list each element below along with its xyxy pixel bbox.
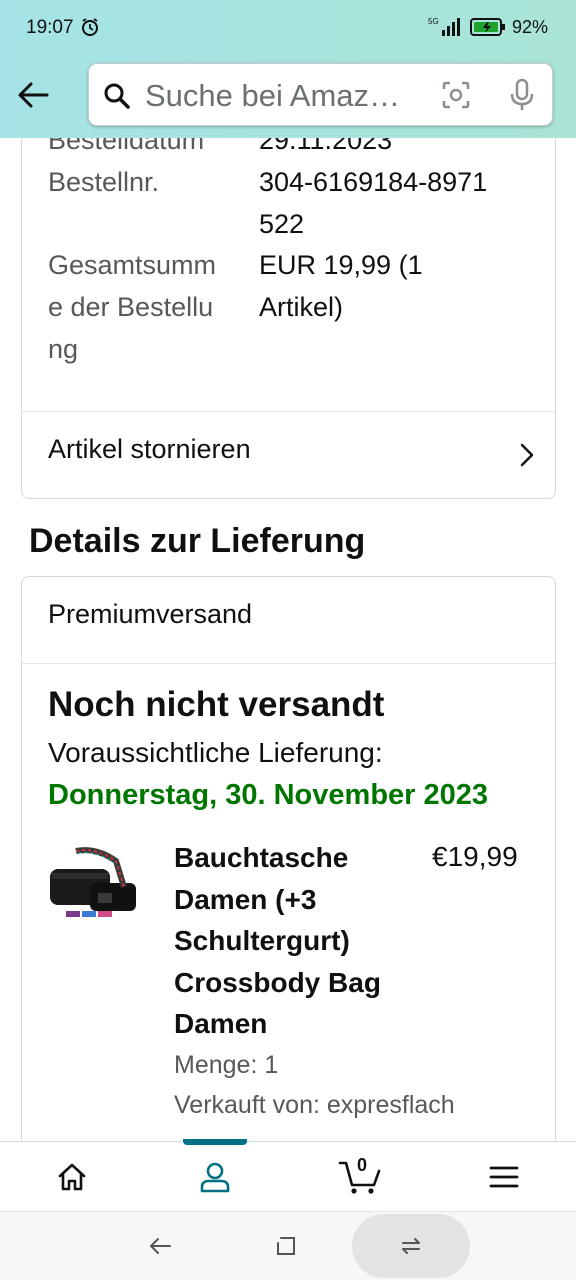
system-home-button[interactable] [270,1230,302,1262]
product-title[interactable]: Bauchtasche Damen (+3 Schultergurt) Cros… [174,837,414,1045]
order-total-label: Gesamtsumme der Bestellung [48,250,217,364]
nav-menu[interactable] [432,1142,576,1212]
status-indicators: 5G 92% [428,16,548,38]
product-price: €19,99 [432,841,518,872]
nav-account[interactable] [143,1142,287,1212]
cancel-items-button[interactable]: Artikel stornieren [22,412,555,498]
shipping-type: Premiumversand [48,599,253,629]
back-arrow-icon [150,1238,171,1254]
delivery-section-title: Details zur Lieferung [29,522,366,560]
order-number-label: Bestellnr. [48,167,160,197]
system-back-button[interactable] [144,1230,176,1262]
nav-home[interactable] [0,1142,144,1212]
arrow-left-icon [18,82,49,108]
nav-cart[interactable] [288,1142,432,1212]
search-input[interactable]: Suche bei Amaz… [88,63,553,126]
order-total-value: EUR 19,99 (1 Artikel) [259,250,423,322]
microphone-icon[interactable] [507,78,537,112]
person-icon [200,1162,230,1193]
system-recents-button[interactable] [395,1230,427,1262]
status-bar: 19:07 5G 92% [0,0,576,58]
back-button[interactable] [14,76,52,114]
delivery-card: Premiumversand Noch nicht versandt Vorau… [21,576,556,1142]
order-number-value: 304-6169184-8971522 [259,167,488,239]
hamburger-icon [489,1166,519,1188]
battery-percent: 92% [511,16,548,37]
square-icon [277,1237,295,1255]
eta-date: Donnerstag, 30. November 2023 [48,779,489,811]
bottom-nav [0,1139,576,1212]
battery-icon [469,18,505,36]
camera-scan-icon[interactable] [441,80,471,110]
order-summary-card: Bestelldatum 29.11.2023 Bestellnr. 304-6… [21,138,556,499]
signal-icon: 5G [428,17,460,36]
status-time: 19:07 [26,17,74,38]
cancel-items-label: Artikel stornieren [48,434,251,464]
cart-count-badge: 0 [357,1155,368,1175]
product-image[interactable] [46,847,152,927]
chevron-right-icon [520,443,534,467]
order-date-label: Bestelldatum [48,138,205,155]
system-nav-bar [0,1211,576,1280]
divider [22,663,555,664]
recents-icon [402,1238,420,1254]
svg-text:5G: 5G [428,17,439,26]
header: Suche bei Amaz… [0,58,576,138]
order-date-value: 29.11.2023 [259,138,393,155]
product-seller: Verkauft von: expresflach [174,1091,455,1119]
alarm-icon [82,18,98,36]
home-icon [58,1163,86,1191]
search-placeholder: Suche bei Amaz… [145,78,401,113]
search-icon [104,83,130,109]
eta-label: Voraussichtliche Lieferung: [48,737,383,768]
shipment-status: Noch nicht versandt [48,685,385,724]
product-quantity: Menge: 1 [174,1051,279,1079]
order-details-content[interactable]: Bestelldatum 29.11.2023 Bestellnr. 304-6… [0,138,576,1142]
